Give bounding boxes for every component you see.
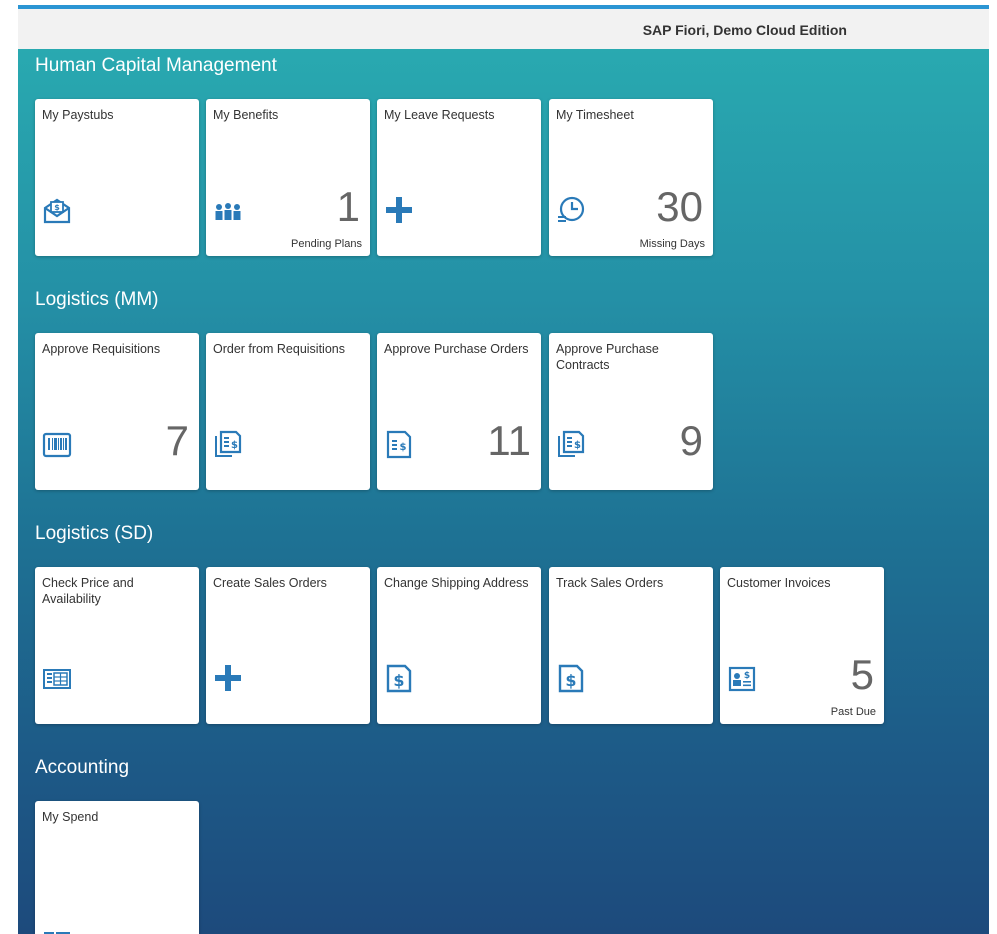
tile-title: Approve Purchase Contracts	[556, 342, 659, 372]
tile-count: 11	[487, 417, 531, 464]
tile-my-paystubs[interactable]: My Paystubs $	[35, 99, 199, 256]
svg-text:$: $	[565, 671, 576, 690]
svg-text:$: $	[393, 671, 404, 690]
tile-footer: Missing Days	[639, 238, 705, 250]
spend-tiles-icon	[44, 932, 70, 934]
tile-title: My Timesheet	[556, 108, 634, 122]
tile-approve-purchase-orders[interactable]: Approve Purchase Orders $ 11	[377, 333, 541, 490]
group-title-hcm: Human Capital Management	[35, 55, 277, 76]
tile-title: Create Sales Orders	[213, 576, 327, 590]
tile-count: 1	[336, 183, 360, 230]
tile-title: Track Sales Orders	[556, 576, 664, 590]
add-plus-icon	[386, 197, 412, 223]
documents-dollar-icon: $	[558, 430, 585, 457]
tile-footer: Pending Plans	[291, 238, 362, 250]
documents-dollar-icon: $	[215, 430, 242, 457]
fiori-launchpad: SAP Fiori, Demo Cloud Edition Human Capi…	[18, 0, 989, 934]
svg-text:$: $	[54, 203, 60, 212]
tile-my-timesheet[interactable]: My Timesheet 30 Missing Days	[549, 99, 713, 256]
tile-title: Customer Invoices	[727, 576, 831, 590]
tile-count: 7	[165, 417, 189, 464]
tile-customer-invoices[interactable]: Customer Invoices $ 5 Past Due	[720, 567, 884, 724]
tile-my-leave-requests[interactable]: My Leave Requests	[377, 99, 541, 256]
tile-title: My Paystubs	[42, 108, 114, 122]
clock-timesheet-icon	[558, 196, 585, 222]
shell-header: SAP Fiori, Demo Cloud Edition	[18, 9, 989, 50]
tile-footer: Past Due	[830, 706, 876, 718]
tile-title: My Leave Requests	[384, 108, 495, 122]
barcode-document-icon	[42, 432, 72, 458]
group-title-logistics-sd: Logistics (SD)	[35, 523, 154, 544]
tile-approve-requisitions[interactable]: Approve Requisitions 7	[35, 333, 199, 490]
tile-title: Approve Requisitions	[42, 342, 161, 356]
svg-text:$: $	[744, 671, 750, 681]
dollar-document-icon: $	[386, 664, 412, 693]
group-title-logistics-mm: Logistics (MM)	[35, 289, 159, 310]
tile-title: My Spend	[42, 810, 99, 824]
customer-invoice-icon: $	[728, 666, 756, 692]
tile-approve-purchase-contracts[interactable]: Approve Purchase Contracts $ 9	[549, 333, 713, 490]
svg-text:$: $	[400, 442, 407, 453]
svg-text:$: $	[231, 440, 238, 451]
tile-track-sales-orders[interactable]: Track Sales Orders $	[549, 567, 713, 724]
group-title-accounting: Accounting	[35, 757, 130, 778]
tile-create-sales-orders[interactable]: Create Sales Orders	[206, 567, 370, 724]
tile-my-benefits[interactable]: My Benefits 1 Pending Plans	[206, 99, 370, 256]
tile-count: 5	[850, 651, 874, 698]
tile-title: My Benefits	[213, 108, 279, 122]
tile-title: Approve Purchase Orders	[384, 342, 529, 356]
tile-title: Order from Requisitions	[213, 342, 345, 356]
paystub-envelope-icon: $	[43, 198, 71, 224]
people-group-icon	[215, 203, 241, 220]
dollar-document-icon: $	[558, 664, 584, 693]
shell-title: SAP Fiori, Demo Cloud Edition	[642, 22, 847, 38]
add-plus-icon	[215, 665, 241, 691]
launchpad-content: Human Capital Management My Paystubs $ M…	[18, 49, 989, 934]
tile-order-from-requisitions[interactable]: Order from Requisitions $	[206, 333, 370, 490]
tile-count: 30	[656, 183, 703, 230]
tile-change-shipping-address[interactable]: Change Shipping Address $	[377, 567, 541, 724]
tile-count: 9	[679, 417, 703, 464]
tile-title: Change Shipping Address	[384, 576, 529, 590]
svg-text:$: $	[574, 440, 581, 451]
price-list-icon	[43, 669, 71, 689]
tile-title: Check Price and Availability	[42, 576, 134, 606]
tile-check-price-availability[interactable]: Check Price and Availability	[35, 567, 199, 724]
document-dollar-icon: $	[386, 430, 412, 459]
tile-my-spend[interactable]: My Spend	[35, 801, 199, 934]
